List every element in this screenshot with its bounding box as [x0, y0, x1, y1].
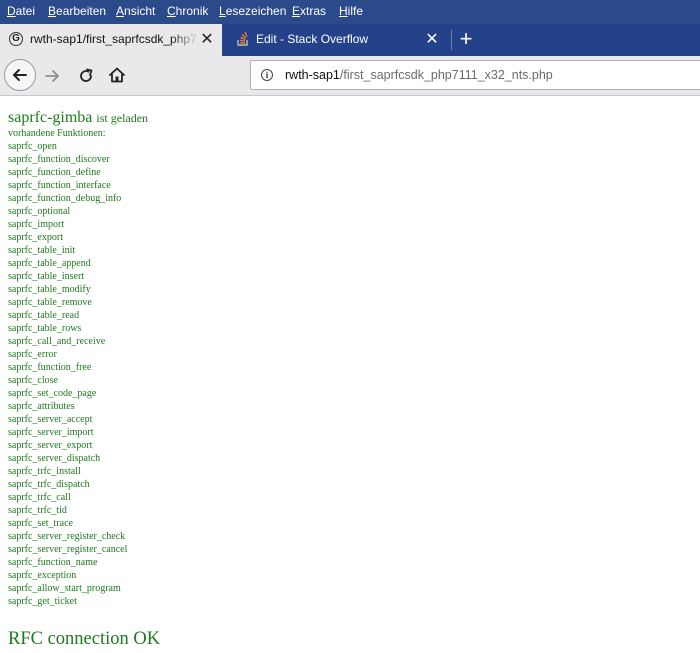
function-list-item: saprfc_function_name: [8, 557, 98, 568]
reload-button[interactable]: [77, 67, 95, 85]
function-list-item: saprfc_export: [8, 232, 63, 243]
function-list-item: saprfc_exception: [8, 570, 77, 581]
menu-extras[interactable]: Extras: [292, 4, 326, 18]
tab-title: Edit - Stack Overflow: [256, 32, 369, 46]
loaded-name: saprfc-gimba: [8, 109, 93, 126]
tab-title-fade: [170, 28, 200, 50]
function-list-item: saprfc_server_register_cancel: [8, 544, 128, 555]
functions-heading: vorhandene Funktionen:: [8, 128, 106, 139]
close-tab-icon[interactable]: ✕: [200, 32, 214, 48]
function-list-item: saprfc_table_modify: [8, 284, 91, 295]
menu-hilfe[interactable]: Hilfe: [339, 4, 363, 18]
menu-lesezeichen[interactable]: Lesezeichen: [219, 4, 286, 18]
function-list-item: saprfc_function_define: [8, 167, 101, 178]
function-list-item: saprfc_server_import: [8, 427, 94, 438]
function-list-item: saprfc_function_debug_info: [8, 193, 122, 204]
function-list-item: saprfc_server_export: [8, 440, 93, 451]
tab-bar: G rwth-sap1/first_saprfcsdk_php7111_x32_…: [0, 24, 700, 56]
function-list-item: saprfc_table_init: [8, 245, 76, 256]
info-icon[interactable]: i: [261, 69, 273, 81]
menu-bar: Datei Bearbeiten Ansicht Chronik Lesezei…: [0, 0, 700, 24]
close-tab-icon[interactable]: ✕: [425, 32, 439, 48]
rfc-status: RFC connection OK: [8, 629, 161, 649]
home-button[interactable]: [108, 66, 126, 84]
function-list-item: saprfc_get_ticket: [8, 596, 77, 607]
function-list-item: saprfc_set_code_page: [8, 388, 97, 399]
url-bar[interactable]: i rwth-sap1/first_saprfcsdk_php7111_x32_…: [250, 60, 700, 90]
function-list-item: saprfc_optional: [8, 206, 71, 217]
loaded-message: saprfc-gimba ist geladen: [8, 109, 148, 127]
menu-bearbeiten[interactable]: Bearbeiten: [48, 4, 106, 18]
function-list-item: saprfc_server_register_check: [8, 531, 126, 542]
function-list-item: saprfc_trfc_dispatch: [8, 479, 90, 490]
function-list: saprfc_open saprfc_function_discoversaprf…: [8, 140, 127, 608]
loaded-suffix: ist geladen: [96, 111, 149, 125]
arrow-left-icon: [13, 69, 27, 81]
page-content: saprfc-gimba ist geladen vorhandene Funk…: [0, 97, 700, 653]
function-list-item: saprfc_function_free: [8, 362, 92, 373]
function-list-item: saprfc_function_interface: [8, 180, 111, 191]
function-list-item: saprfc_call_and_receive: [8, 336, 106, 347]
back-button[interactable]: [4, 59, 36, 91]
function-list-item: saprfc_import: [8, 219, 65, 230]
tab-stack-overflow[interactable]: Edit - Stack Overflow ✕: [226, 24, 448, 56]
navigation-bar: i rwth-sap1/first_saprfcsdk_php7111_x32_…: [0, 56, 700, 96]
function-list-item: saprfc_trfc_install: [8, 466, 81, 477]
function-list-item: saprfc_close: [8, 375, 58, 386]
function-list-item: saprfc_table_rows: [8, 323, 82, 334]
function-list-item: saprfc_set_trace: [8, 518, 73, 529]
menu-datei[interactable]: Datei: [7, 4, 35, 18]
function-list-item: saprfc_trfc_tid: [8, 505, 67, 516]
function-list-item: saprfc_allow_start_program: [8, 583, 121, 594]
tab-active[interactable]: G rwth-sap1/first_saprfcsdk_php7111_x32_…: [0, 24, 222, 56]
function-list-item: saprfc_table_append: [8, 258, 91, 269]
function-list-item: saprfc_server_dispatch: [8, 453, 101, 464]
menu-chronik[interactable]: Chronik: [167, 4, 208, 18]
function-list-item: saprfc_table_remove: [8, 297, 92, 308]
url-text: rwth-sap1/first_saprfcsdk_php7111_x32_nt…: [285, 68, 553, 82]
function-list-item: saprfc_table_insert: [8, 271, 85, 282]
menu-ansicht[interactable]: Ansicht: [116, 4, 155, 18]
g-globe-icon: G: [9, 32, 23, 46]
function-list-item: saprfc_trfc_call: [8, 492, 71, 503]
function-list-item: saprfc_open: [8, 141, 57, 152]
function-list-item: saprfc_attributes: [8, 401, 75, 412]
function-list-item: saprfc_function_discover: [8, 154, 110, 165]
function-list-item: saprfc_error: [8, 349, 57, 360]
tab-separator: [451, 30, 452, 50]
new-tab-button[interactable]: +: [456, 28, 476, 50]
function-list-item: saprfc_server_accept: [8, 414, 93, 425]
function-list-item: saprfc_table_read: [8, 310, 80, 321]
forward-button[interactable]: [43, 67, 61, 85]
url-path: /first_saprfcsdk_php7111_x32_nts.php: [339, 68, 553, 82]
url-host: rwth-sap1: [285, 68, 340, 82]
stack-overflow-icon: [237, 32, 248, 46]
